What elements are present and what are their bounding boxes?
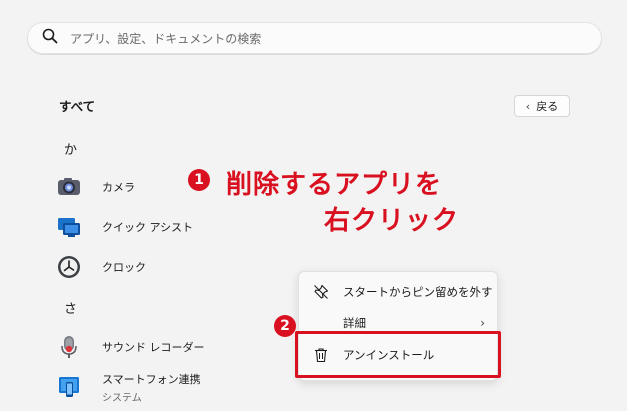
app-item-clock[interactable]: クロック <box>56 251 286 283</box>
chevron-left-icon: ‹ <box>525 99 531 113</box>
highlight-box <box>295 331 501 378</box>
app-name: クイック アシスト <box>102 221 194 234</box>
app-item-sound-recorder[interactable]: サウンド レコーダー <box>56 331 286 363</box>
back-button[interactable]: ‹ 戻る <box>514 95 570 117</box>
step-badge-1: 1 <box>188 169 210 191</box>
app-name: サウンド レコーダー <box>102 341 205 354</box>
chevron-right-icon: › <box>480 316 485 330</box>
back-button-label: 戻る <box>536 100 559 113</box>
microphone-icon <box>56 334 82 360</box>
unpin-icon <box>313 284 329 300</box>
camera-icon <box>56 174 82 200</box>
group-letter-sa[interactable]: さ <box>64 298 77 317</box>
menu-item-label: スタートからピン留めを外す <box>343 285 493 299</box>
search-bar[interactable]: アプリ、設定、ドキュメントの検索 <box>27 22 602 54</box>
quick-assist-icon <box>56 214 82 240</box>
app-name: スマートフォン連携 <box>102 372 201 386</box>
annotation-line-2: 右クリック <box>324 206 460 236</box>
app-name: クロック <box>102 261 146 274</box>
app-name: カメラ <box>102 181 135 194</box>
app-item-quick-assist[interactable]: クイック アシスト <box>56 211 286 243</box>
menu-item-label: 詳細 <box>343 316 366 330</box>
search-input[interactable]: アプリ、設定、ドキュメントの検索 <box>70 30 261 47</box>
step-badge-2: 2 <box>274 315 296 337</box>
search-icon <box>42 28 58 48</box>
app-item-phone-link[interactable]: スマートフォン連携 システム <box>56 371 286 404</box>
annotation-line-1: 削除するアプリを <box>226 170 443 200</box>
app-subtitle: システム <box>102 392 142 404</box>
phone-link-icon <box>56 374 82 400</box>
group-letter-ka[interactable]: か <box>64 139 77 158</box>
page-title: すべて <box>59 99 96 114</box>
menu-item-unpin[interactable]: スタートからピン留めを外す <box>299 277 499 307</box>
clock-icon <box>56 254 82 280</box>
